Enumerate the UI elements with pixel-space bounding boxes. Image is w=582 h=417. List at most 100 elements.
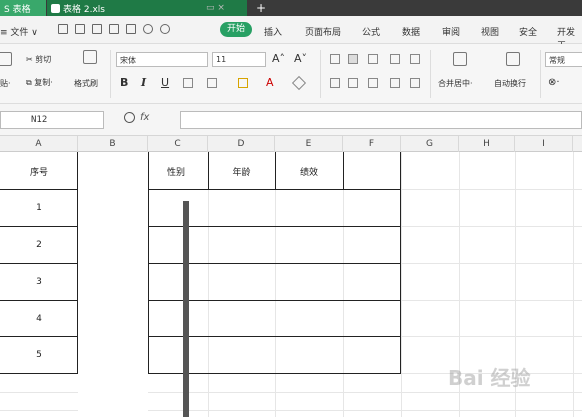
watermark-logo: Bai 经验 bbox=[448, 366, 531, 390]
indent-increase-icon[interactable] bbox=[410, 54, 420, 64]
title-bar: S 表格 表格 2.xls ▭ × + bbox=[0, 0, 582, 16]
app-tab-label: S 表格 bbox=[4, 4, 31, 15]
save-icon[interactable] bbox=[75, 24, 85, 34]
table-border bbox=[0, 263, 78, 264]
header-cell-gender[interactable]: 性别 bbox=[148, 165, 204, 178]
file-menu[interactable]: ≡ 文件 ∨ bbox=[0, 25, 38, 38]
tab-home[interactable]: 开始 bbox=[220, 22, 252, 37]
tab-security[interactable]: 安全 bbox=[519, 25, 537, 38]
column-header-i[interactable]: I bbox=[515, 136, 573, 152]
distributed-icon[interactable] bbox=[410, 78, 420, 88]
table-border bbox=[0, 189, 78, 190]
font-color-icon[interactable]: A bbox=[266, 76, 274, 89]
plus-icon[interactable]: + bbox=[256, 1, 266, 15]
decrease-font-icon[interactable]: A˅ bbox=[294, 52, 307, 65]
number-format-select[interactable]: 常规 bbox=[545, 52, 582, 67]
tab-review[interactable]: 审阅 bbox=[442, 25, 460, 38]
copy-label: 复制· bbox=[34, 78, 53, 87]
name-box[interactable]: N12 bbox=[0, 111, 104, 129]
column-header-h[interactable]: H bbox=[459, 136, 515, 152]
tab-page-layout[interactable]: 页面布局 bbox=[305, 25, 341, 38]
highlight-icon[interactable] bbox=[238, 78, 248, 88]
header-cell-age[interactable]: 年龄 bbox=[208, 165, 275, 178]
align-top-icon[interactable] bbox=[330, 54, 340, 64]
wrap-text-button[interactable]: 自动换行 bbox=[494, 78, 526, 89]
table-row[interactable]: 2 bbox=[0, 240, 78, 250]
table-border bbox=[0, 373, 78, 374]
cut-button[interactable]: ✂ 剪切 bbox=[26, 54, 51, 65]
column-b-cells[interactable] bbox=[78, 152, 148, 417]
tab-close-icon[interactable]: ▭ × bbox=[206, 3, 225, 13]
paste-button[interactable]: 贴· bbox=[0, 78, 11, 89]
table-row[interactable]: 5 bbox=[0, 350, 78, 360]
ribbon-divider bbox=[110, 50, 111, 98]
menu-bar: ≡ 文件 ∨ 开始 插入 页面布局 公式 数据 审阅 视图 安全 开发工 bbox=[0, 16, 582, 51]
table-border bbox=[0, 300, 78, 301]
tab-formulas[interactable]: 公式 bbox=[362, 25, 380, 38]
align-bottom-icon[interactable] bbox=[368, 54, 378, 64]
search-icon[interactable] bbox=[124, 112, 135, 123]
eraser-icon[interactable] bbox=[291, 75, 307, 91]
open-icon[interactable] bbox=[58, 24, 68, 34]
wrap-text-icon[interactable] bbox=[506, 52, 520, 66]
header-cell-index[interactable]: 序号 bbox=[0, 165, 78, 178]
document-tab-label: 表格 2.xls bbox=[63, 4, 105, 15]
table-row[interactable]: 3 bbox=[0, 277, 78, 287]
copy-button[interactable]: ⧉ 复制· bbox=[26, 77, 53, 88]
table-border bbox=[0, 226, 78, 227]
ribbon-divider bbox=[430, 50, 431, 98]
export-icon[interactable] bbox=[92, 24, 102, 34]
table-border bbox=[400, 152, 401, 373]
insert-function-button[interactable]: fx bbox=[140, 112, 149, 123]
gridline bbox=[275, 152, 276, 417]
tab-insert[interactable]: 插入 bbox=[264, 25, 282, 38]
app-tab[interactable]: S 表格 bbox=[0, 0, 46, 16]
column-header-a[interactable]: A bbox=[0, 136, 78, 152]
justify-icon[interactable] bbox=[390, 78, 400, 88]
currency-format-icon[interactable]: ⊗· bbox=[548, 77, 560, 88]
italic-button[interactable]: I bbox=[141, 76, 146, 89]
column-header-g[interactable]: G bbox=[401, 136, 459, 152]
align-center-icon[interactable] bbox=[348, 78, 358, 88]
tab-view[interactable]: 视图 bbox=[481, 25, 499, 38]
table-row[interactable]: 1 bbox=[0, 203, 78, 213]
column-header-d[interactable]: D bbox=[208, 136, 275, 152]
align-middle-icon[interactable] bbox=[348, 54, 358, 64]
formula-input[interactable] bbox=[180, 111, 582, 129]
column-headers: A B C D E F G H I bbox=[0, 136, 582, 152]
spreadsheet-icon bbox=[51, 3, 60, 13]
table-row[interactable]: 4 bbox=[0, 314, 78, 324]
column-header-f[interactable]: F bbox=[343, 136, 401, 152]
scissors-icon: ✂ bbox=[26, 55, 36, 64]
print-icon[interactable] bbox=[109, 24, 119, 34]
column-header-c[interactable]: C bbox=[148, 136, 208, 152]
format-painter-button[interactable]: 格式刷 bbox=[74, 78, 98, 89]
indent-decrease-icon[interactable] bbox=[390, 54, 400, 64]
merge-center-button[interactable]: 合并居中· bbox=[438, 78, 473, 89]
table-border bbox=[343, 152, 344, 189]
column-header-e[interactable]: E bbox=[275, 136, 343, 152]
paste-icon[interactable] bbox=[0, 52, 12, 66]
font-size-select[interactable]: 11 bbox=[212, 52, 266, 67]
table-border bbox=[148, 152, 149, 373]
undo-icon[interactable] bbox=[143, 24, 153, 34]
align-left-icon[interactable] bbox=[330, 78, 340, 88]
header-cell-performance[interactable]: 绩效 bbox=[275, 165, 343, 178]
tab-data[interactable]: 数据 bbox=[402, 25, 420, 38]
ribbon-divider bbox=[540, 50, 541, 98]
underline-button[interactable]: U bbox=[161, 76, 169, 89]
align-right-icon[interactable] bbox=[368, 78, 378, 88]
column-header-b[interactable]: B bbox=[78, 136, 148, 152]
cell-fill-icon[interactable] bbox=[207, 78, 217, 88]
border-icon[interactable] bbox=[183, 78, 193, 88]
column-resize-handle[interactable] bbox=[183, 201, 189, 417]
gridline bbox=[343, 152, 344, 417]
redo-icon[interactable] bbox=[160, 24, 170, 34]
format-painter-icon[interactable] bbox=[83, 50, 97, 64]
preview-icon[interactable] bbox=[126, 24, 136, 34]
font-name-select[interactable]: 宋体 bbox=[116, 52, 208, 67]
increase-font-icon[interactable]: A˄ bbox=[272, 52, 285, 65]
formula-bar: N12 fx bbox=[0, 104, 582, 136]
merge-cells-icon[interactable] bbox=[453, 52, 467, 66]
bold-button[interactable]: B bbox=[120, 76, 128, 89]
